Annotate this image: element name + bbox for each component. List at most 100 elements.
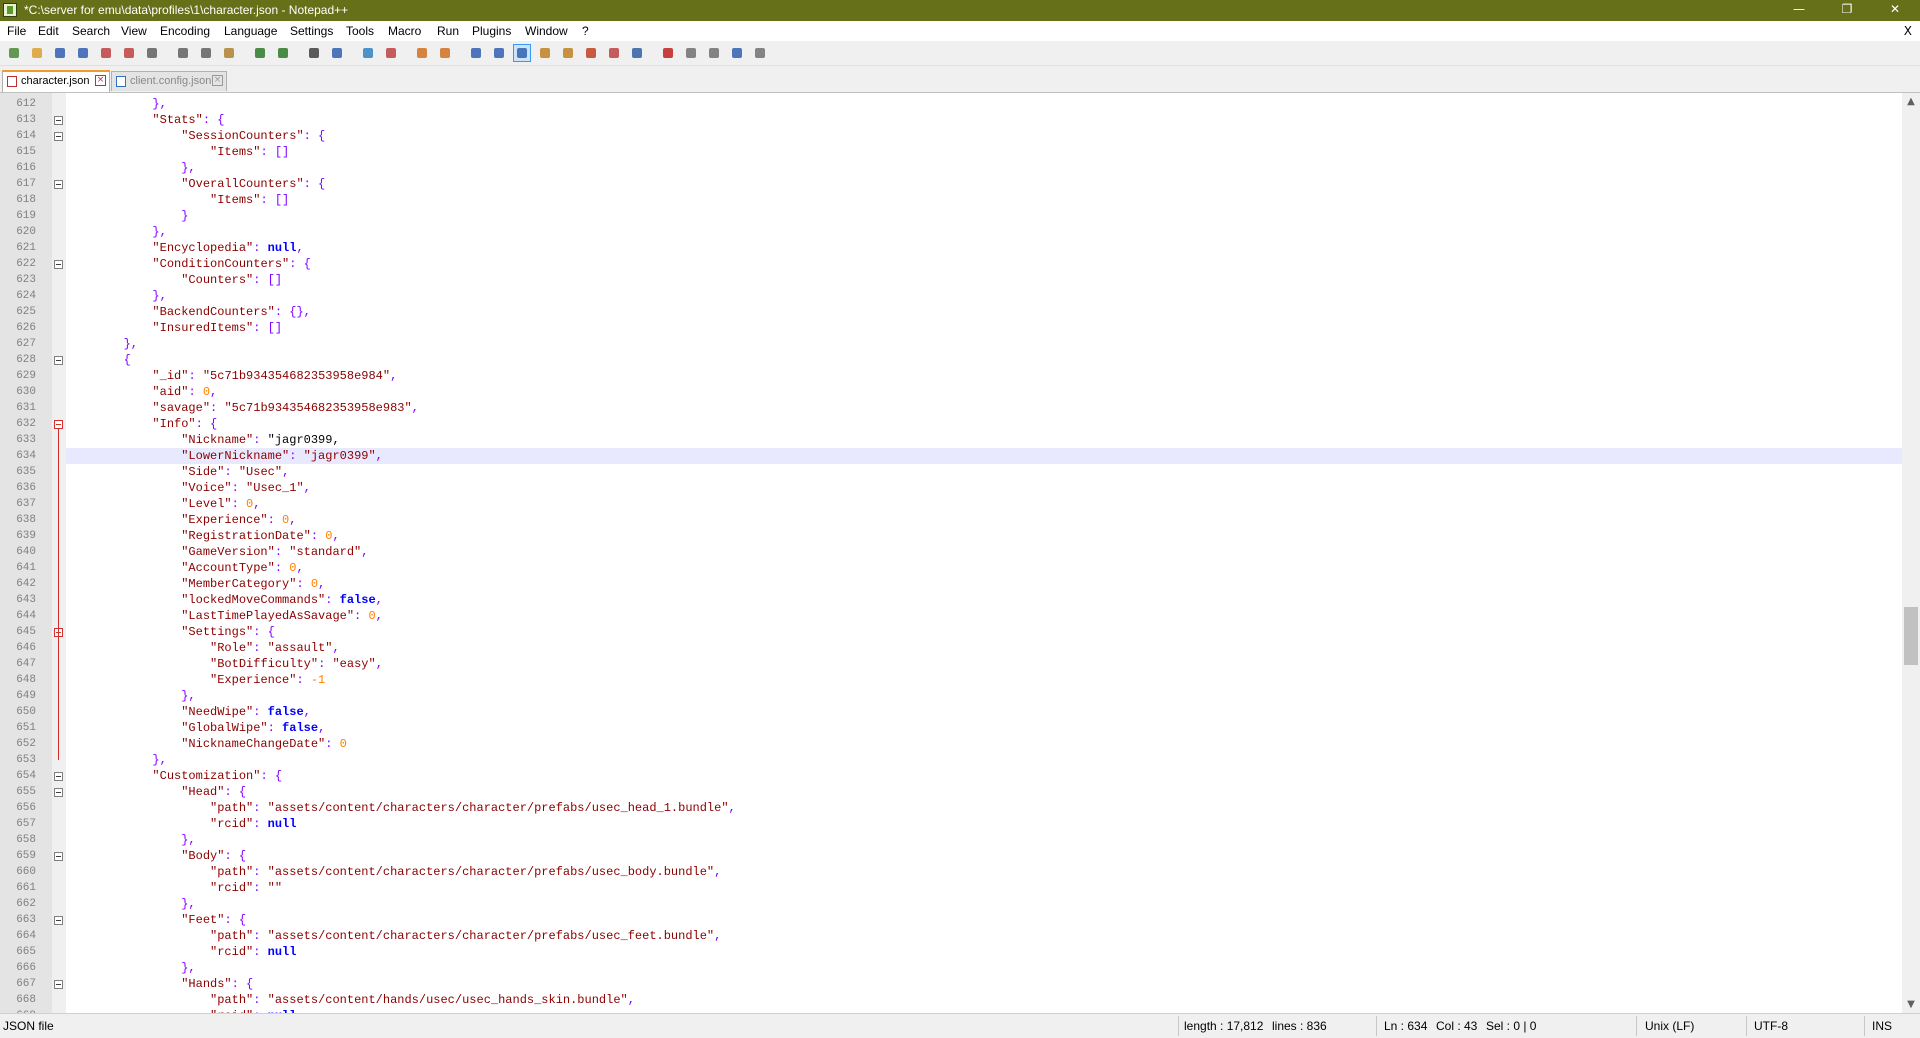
- code-line[interactable]: "Level": 0,: [66, 496, 1902, 512]
- code-line[interactable]: },: [66, 960, 1902, 976]
- menu-edit[interactable]: Edit: [38, 24, 59, 38]
- play-macro-icon[interactable]: [706, 45, 722, 61]
- fold-toggle-icon[interactable]: [54, 116, 63, 125]
- save-icon[interactable]: [52, 45, 68, 61]
- paste-icon[interactable]: [221, 45, 237, 61]
- menu-help[interactable]: ?: [582, 24, 589, 38]
- code-line[interactable]: "Head": {: [66, 784, 1902, 800]
- code-line[interactable]: "Experience": 0,: [66, 512, 1902, 528]
- code-line[interactable]: "SessionCounters": {: [66, 128, 1902, 144]
- status-encoding[interactable]: UTF-8: [1754, 1019, 1788, 1033]
- tab-client-config-json[interactable]: client.config.json ×: [111, 71, 227, 91]
- menu-tools[interactable]: Tools: [346, 24, 374, 38]
- status-insert-mode[interactable]: INS: [1872, 1019, 1892, 1033]
- code-line[interactable]: "ConditionCounters": {: [66, 256, 1902, 272]
- tab-close-icon[interactable]: ×: [95, 75, 106, 86]
- notepadpp-app-icon[interactable]: [3, 3, 17, 17]
- function-list-icon[interactable]: [583, 45, 599, 61]
- code-line[interactable]: "Stats": {: [66, 112, 1902, 128]
- menu-encoding[interactable]: Encoding: [160, 24, 210, 38]
- sync-vertical-icon[interactable]: [414, 45, 430, 61]
- code-line[interactable]: "NicknameChangeDate": 0: [66, 736, 1902, 752]
- code-line[interactable]: "Hands": {: [66, 976, 1902, 992]
- menu-file[interactable]: File: [7, 24, 26, 38]
- redo-icon[interactable]: [275, 45, 291, 61]
- print-icon[interactable]: [144, 45, 160, 61]
- code-line[interactable]: },: [66, 160, 1902, 176]
- code-line[interactable]: "GlobalWipe": false,: [66, 720, 1902, 736]
- code-line[interactable]: "path": "assets/content/characters/chara…: [66, 864, 1902, 880]
- code-line[interactable]: "Settings": {: [66, 624, 1902, 640]
- copy-icon[interactable]: [198, 45, 214, 61]
- scrollbar-thumb[interactable]: [1904, 607, 1918, 665]
- code-line[interactable]: "Nickname": "jagr0399,: [66, 432, 1902, 448]
- menu-window[interactable]: Window: [525, 24, 568, 38]
- code-line[interactable]: "rcid": null: [66, 944, 1902, 960]
- fold-toggle-icon[interactable]: [54, 180, 63, 189]
- menu-settings[interactable]: Settings: [290, 24, 333, 38]
- code-line[interactable]: },: [66, 688, 1902, 704]
- code-line[interactable]: "Items": []: [66, 192, 1902, 208]
- fold-toggle-icon[interactable]: [54, 980, 63, 989]
- code-line[interactable]: },: [66, 336, 1902, 352]
- code-line[interactable]: "NeedWipe": false,: [66, 704, 1902, 720]
- code-line[interactable]: "savage": "5c71b934354682353958e983",: [66, 400, 1902, 416]
- code-line[interactable]: "Counters": []: [66, 272, 1902, 288]
- code-line[interactable]: "aid": 0,: [66, 384, 1902, 400]
- cut-icon[interactable]: [175, 45, 191, 61]
- menu-plugins[interactable]: Plugins: [472, 24, 511, 38]
- code-line[interactable]: "path": "assets/content/hands/usec/usec_…: [66, 992, 1902, 1008]
- menu-run[interactable]: Run: [437, 24, 459, 38]
- code-line[interactable]: },: [66, 896, 1902, 912]
- new-file-icon[interactable]: [6, 45, 22, 61]
- save-macro-icon[interactable]: [752, 45, 768, 61]
- fold-toggle-icon[interactable]: [54, 772, 63, 781]
- close-all-icon[interactable]: [121, 45, 137, 61]
- close-window-button[interactable]: ✕: [1872, 0, 1918, 21]
- menu-language[interactable]: Language: [224, 24, 277, 38]
- minimize-button[interactable]: —: [1776, 0, 1822, 21]
- code-line[interactable]: "Items": []: [66, 144, 1902, 160]
- close-document-button[interactable]: X: [1904, 24, 1912, 38]
- code-line[interactable]: "_id": "5c71b934354682353958e984",: [66, 368, 1902, 384]
- fold-toggle-icon[interactable]: [54, 916, 63, 925]
- save-all-icon[interactable]: [75, 45, 91, 61]
- code-line[interactable]: "Encyclopedia": null,: [66, 240, 1902, 256]
- zoom-in-icon[interactable]: [360, 45, 376, 61]
- code-line[interactable]: {: [66, 352, 1902, 368]
- sync-horizontal-icon[interactable]: [437, 45, 453, 61]
- tab-character-json[interactable]: character.json ×: [2, 70, 110, 92]
- scroll-up-arrow-icon[interactable]: ▲: [1902, 93, 1920, 110]
- code-line[interactable]: "Body": {: [66, 848, 1902, 864]
- fold-toggle-icon[interactable]: [54, 260, 63, 269]
- code-line[interactable]: "InsuredItems": []: [66, 320, 1902, 336]
- show-all-chars-icon[interactable]: [491, 45, 507, 61]
- code-line[interactable]: "RegistrationDate": 0,: [66, 528, 1902, 544]
- code-line[interactable]: "path": "assets/content/characters/chara…: [66, 928, 1902, 944]
- vertical-scrollbar[interactable]: ▲ ▼: [1902, 93, 1920, 1013]
- code-line[interactable]: "MemberCategory": 0,: [66, 576, 1902, 592]
- code-line[interactable]: "LastTimePlayedAsSavage": 0,: [66, 608, 1902, 624]
- folder-workspace-icon[interactable]: [606, 45, 622, 61]
- code-line[interactable]: "OverallCounters": {: [66, 176, 1902, 192]
- code-line[interactable]: },: [66, 288, 1902, 304]
- word-wrap-icon[interactable]: [468, 45, 484, 61]
- code-line[interactable]: "Feet": {: [66, 912, 1902, 928]
- close-icon[interactable]: [98, 45, 114, 61]
- menu-search[interactable]: Search: [72, 24, 110, 38]
- code-line[interactable]: "Experience": -1: [66, 672, 1902, 688]
- code-line[interactable]: "Role": "assault",: [66, 640, 1902, 656]
- status-eol[interactable]: Unix (LF): [1645, 1019, 1694, 1033]
- code-line[interactable]: "BotDifficulty": "easy",: [66, 656, 1902, 672]
- code-line[interactable]: "LowerNickname": "jagr0399",: [66, 448, 1902, 464]
- indent-guide-icon[interactable]: [513, 44, 531, 62]
- open-file-icon[interactable]: [29, 45, 45, 61]
- fold-toggle-icon[interactable]: [54, 132, 63, 141]
- code-line[interactable]: "GameVersion": "standard",: [66, 544, 1902, 560]
- stop-record-icon[interactable]: [683, 45, 699, 61]
- run-macro-multiple-icon[interactable]: [729, 45, 745, 61]
- scroll-down-arrow-icon[interactable]: ▼: [1902, 996, 1920, 1013]
- code-line[interactable]: "lockedMoveCommands": false,: [66, 592, 1902, 608]
- code-line[interactable]: "Customization": {: [66, 768, 1902, 784]
- menu-macro[interactable]: Macro: [388, 24, 421, 38]
